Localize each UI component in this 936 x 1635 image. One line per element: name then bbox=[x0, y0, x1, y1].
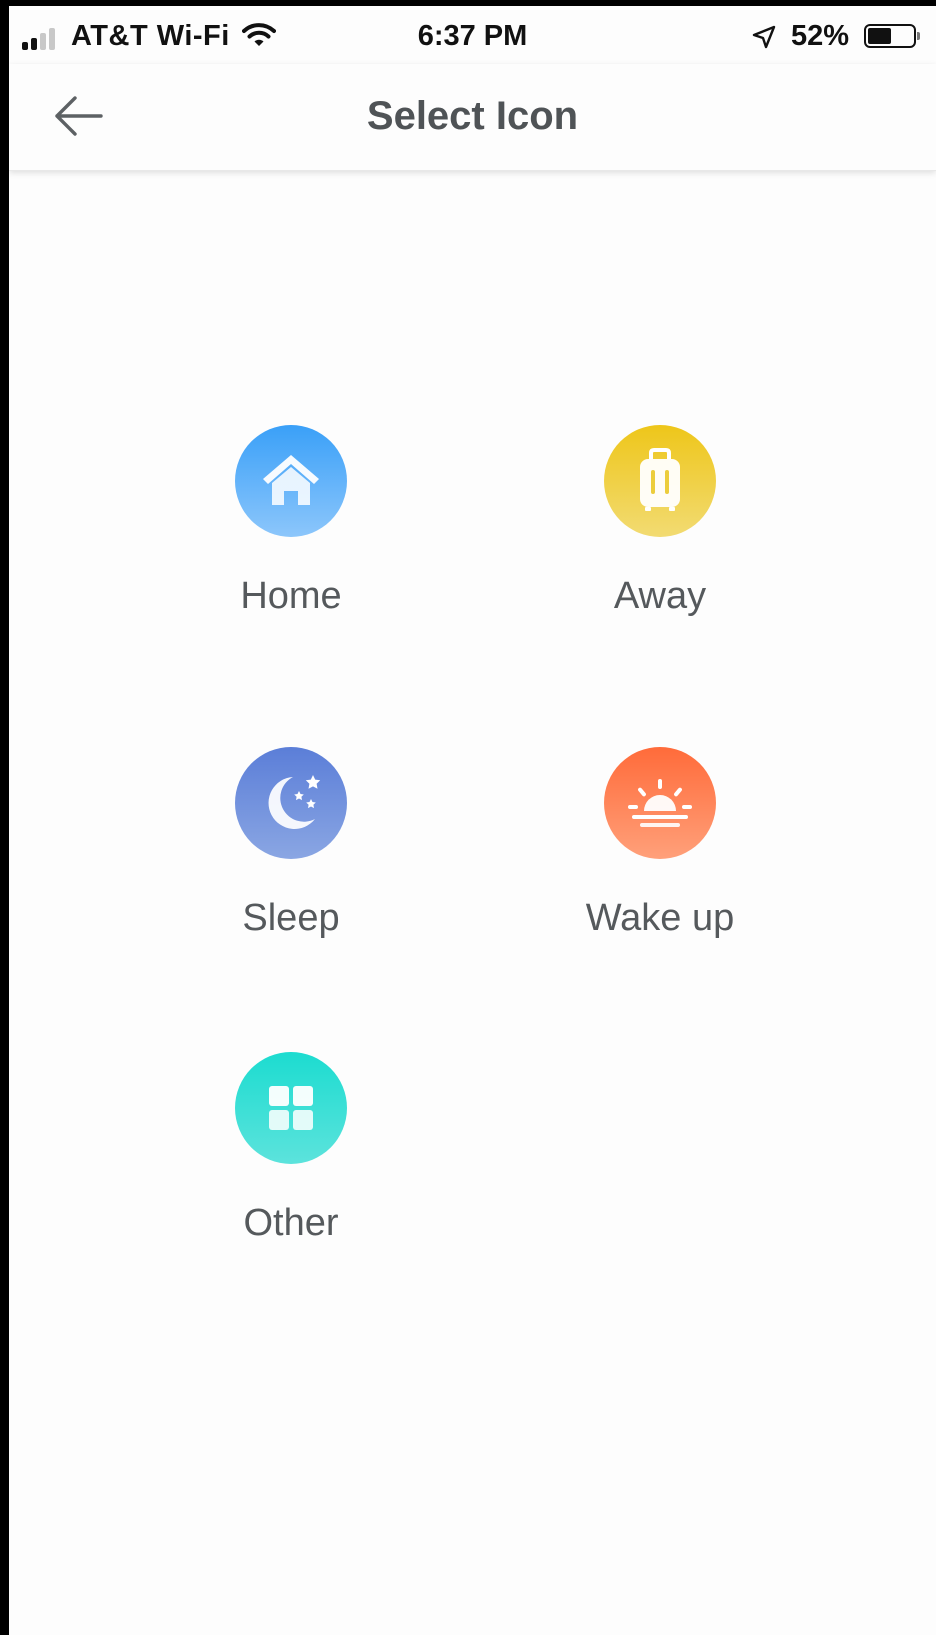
moon-stars-icon bbox=[235, 747, 347, 859]
status-bar: AT&T Wi-Fi 6:37 PM 52% bbox=[9, 6, 936, 64]
page-title: Select Icon bbox=[366, 94, 579, 138]
option-label: Other bbox=[243, 1202, 339, 1244]
option-label: Away bbox=[613, 575, 707, 617]
grid-icon bbox=[235, 1052, 347, 1164]
battery-percent: 52% bbox=[791, 20, 850, 52]
sunrise-icon bbox=[604, 747, 716, 859]
option-wake-up[interactable]: Wake up bbox=[540, 747, 780, 957]
home-icon bbox=[235, 425, 347, 537]
option-away[interactable]: Away bbox=[540, 425, 780, 635]
location-arrow-icon bbox=[751, 24, 777, 58]
option-home[interactable]: Home bbox=[171, 425, 411, 635]
option-label: Wake up bbox=[585, 897, 735, 939]
suitcase-icon bbox=[604, 425, 716, 537]
option-other[interactable]: Other bbox=[171, 1052, 411, 1262]
screen: AT&T Wi-Fi 6:37 PM 52% Select Icon Home … bbox=[9, 6, 936, 1635]
battery-icon bbox=[864, 24, 920, 48]
option-sleep[interactable]: Sleep bbox=[171, 747, 411, 957]
navigation-bar: Select Icon bbox=[9, 64, 936, 171]
option-label: Home bbox=[240, 575, 342, 617]
option-label: Sleep bbox=[242, 897, 340, 939]
